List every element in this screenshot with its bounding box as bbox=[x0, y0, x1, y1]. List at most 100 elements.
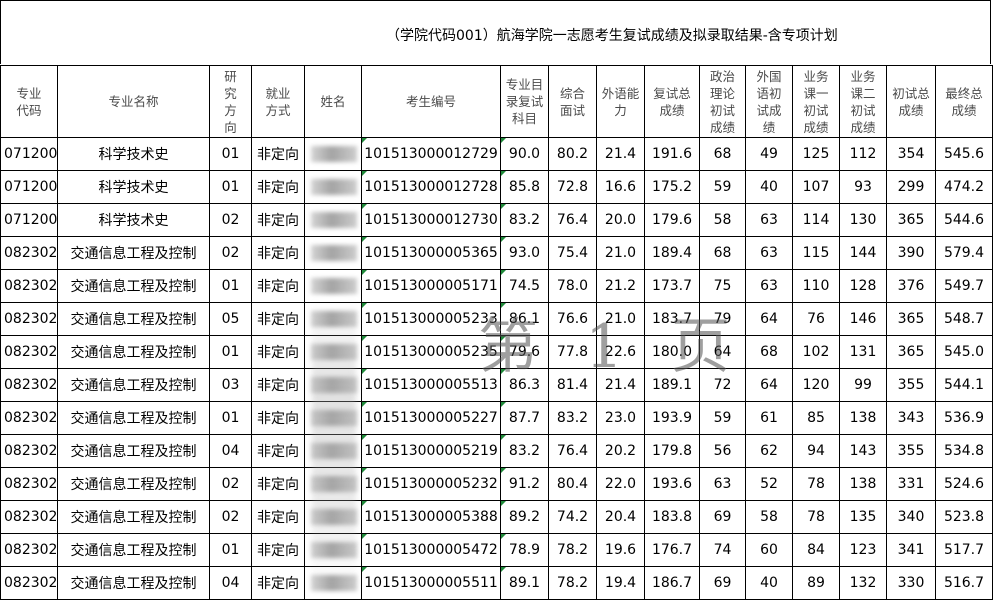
table-body: 071200 科学技术史 01 非定向 101513000012729 90.0 80.2 2… bbox=[0, 137, 993, 600]
cell-s1: 90.0 bbox=[500, 137, 549, 171]
cell-p: 56 bbox=[699, 434, 746, 468]
cell-code: 082302 bbox=[0, 500, 58, 534]
cell-text: 85.8 bbox=[508, 179, 541, 195]
cell-note-marker bbox=[501, 534, 506, 539]
cell-text: 83.2 bbox=[508, 443, 541, 459]
cell-s1: 91.2 bbox=[500, 467, 549, 501]
cell-major: 交通信息工程及控制 bbox=[57, 236, 210, 270]
redacted-name-cell bbox=[304, 368, 362, 402]
header-cell: 复试总成绩 bbox=[644, 65, 700, 138]
table-row: 082302 交通信息工程及控制 04 非定向 101513000005219 83.2 7… bbox=[0, 434, 993, 468]
header-text: 业务课一初试成绩 bbox=[803, 68, 829, 135]
cell-text: 86.1 bbox=[508, 311, 541, 327]
redaction-blur bbox=[311, 311, 357, 327]
cell-it: 355 bbox=[886, 434, 936, 468]
cell-p: 58 bbox=[699, 203, 746, 237]
cell-id: 101513000005235 bbox=[361, 335, 501, 369]
cell-note-marker bbox=[501, 567, 506, 572]
cell-b1: 102 bbox=[792, 335, 840, 369]
header-text: 政治理论初试成绩 bbox=[709, 68, 735, 135]
cell-s2: 78.2 bbox=[548, 533, 597, 567]
cell-code: 082302 bbox=[0, 302, 58, 336]
cell-s1: 79.6 bbox=[500, 335, 549, 369]
cell-it: 376 bbox=[886, 269, 936, 303]
cell-s2: 76.4 bbox=[548, 203, 597, 237]
cell-emp: 非定向 bbox=[251, 533, 305, 567]
cell-code: 082302 bbox=[0, 533, 58, 567]
header-text: 专业代码 bbox=[16, 85, 42, 118]
cell-s3: 20.4 bbox=[596, 500, 645, 534]
redacted-name-cell bbox=[304, 434, 362, 468]
cell-note-marker bbox=[362, 336, 367, 341]
cell-text: 101513000005511 bbox=[364, 575, 498, 591]
cell-s2: 83.2 bbox=[548, 401, 597, 435]
cell-tot: 517.7 bbox=[935, 533, 993, 567]
cell-b2: 138 bbox=[839, 467, 887, 501]
cell-b1: 78 bbox=[792, 467, 840, 501]
cell-p: 64 bbox=[699, 335, 746, 369]
cell-note-marker bbox=[501, 237, 506, 242]
cell-tot: 544.6 bbox=[935, 203, 993, 237]
cell-b2: 130 bbox=[839, 203, 887, 237]
cell-s1: 74.5 bbox=[500, 269, 549, 303]
redaction-blur bbox=[311, 377, 357, 393]
redacted-name-cell bbox=[304, 269, 362, 303]
cell-text: 83.2 bbox=[508, 212, 541, 228]
cell-text: 101513000005365 bbox=[364, 245, 498, 261]
cell-f: 58 bbox=[745, 500, 793, 534]
cell-p: 68 bbox=[699, 137, 746, 171]
table-row: 082302 交通信息工程及控制 01 非定向 101513000005227 87.7 8… bbox=[0, 401, 993, 435]
cell-note-marker bbox=[501, 138, 506, 143]
cell-s1: 89.2 bbox=[500, 500, 549, 534]
cell-b1: 94 bbox=[792, 434, 840, 468]
cell-f: 49 bbox=[745, 137, 793, 171]
cell-note-marker bbox=[501, 171, 506, 176]
cell-s3: 19.4 bbox=[596, 566, 645, 600]
cell-note-marker bbox=[501, 468, 506, 473]
cell-major: 交通信息工程及控制 bbox=[57, 269, 210, 303]
cell-b2: 123 bbox=[839, 533, 887, 567]
cell-f: 60 bbox=[745, 533, 793, 567]
table-row: 082302 交通信息工程及控制 02 非定向 101513000005232 91.2 8… bbox=[0, 467, 993, 501]
redacted-name-cell bbox=[304, 236, 362, 270]
cell-s3: 20.2 bbox=[596, 434, 645, 468]
cell-dir: 01 bbox=[209, 170, 252, 204]
cell-b1: 107 bbox=[792, 170, 840, 204]
cell-text: 101513000012730 bbox=[364, 212, 498, 228]
cell-note-marker bbox=[362, 237, 367, 242]
cell-s2: 74.2 bbox=[548, 500, 597, 534]
cell-fs: 180.0 bbox=[644, 335, 700, 369]
redacted-name-cell bbox=[304, 467, 362, 501]
table-row: 082302 交通信息工程及控制 01 非定向 101513000005171 74.5 7… bbox=[0, 269, 993, 303]
redaction-blur bbox=[311, 542, 357, 558]
table-row: 082302 交通信息工程及控制 01 非定向 101513000005235 79.6 7… bbox=[0, 335, 993, 369]
redaction-blur bbox=[311, 146, 357, 162]
cell-emp: 非定向 bbox=[251, 203, 305, 237]
cell-tot: 536.9 bbox=[935, 401, 993, 435]
cell-id: 101513000005171 bbox=[361, 269, 501, 303]
cell-major: 科学技术史 bbox=[57, 203, 210, 237]
header-cell: 初试总成绩 bbox=[886, 65, 936, 138]
cell-major: 交通信息工程及控制 bbox=[57, 434, 210, 468]
cell-f: 61 bbox=[745, 401, 793, 435]
cell-s2: 75.4 bbox=[548, 236, 597, 270]
cell-code: 082302 bbox=[0, 401, 58, 435]
cell-b2: 131 bbox=[839, 335, 887, 369]
cell-b1: 120 bbox=[792, 368, 840, 402]
header-cell: 外语能力 bbox=[596, 65, 645, 138]
cell-text: 101513000005232 bbox=[364, 476, 498, 492]
cell-dir: 02 bbox=[209, 203, 252, 237]
cell-b2: 138 bbox=[839, 401, 887, 435]
cell-f: 40 bbox=[745, 566, 793, 600]
table-row: 071200 科学技术史 02 非定向 101513000012730 83.2 76.4 2… bbox=[0, 203, 993, 237]
cell-p: 59 bbox=[699, 170, 746, 204]
cell-s3: 21.4 bbox=[596, 137, 645, 171]
cell-major: 交通信息工程及控制 bbox=[57, 533, 210, 567]
cell-note-marker bbox=[362, 369, 367, 374]
cell-tot: 523.8 bbox=[935, 500, 993, 534]
cell-note-marker bbox=[501, 270, 506, 275]
cell-text: 101513000012728 bbox=[364, 179, 498, 195]
cell-s3: 21.4 bbox=[596, 368, 645, 402]
cell-note-marker bbox=[362, 402, 367, 407]
header-cell: 专业名称 bbox=[57, 65, 210, 138]
